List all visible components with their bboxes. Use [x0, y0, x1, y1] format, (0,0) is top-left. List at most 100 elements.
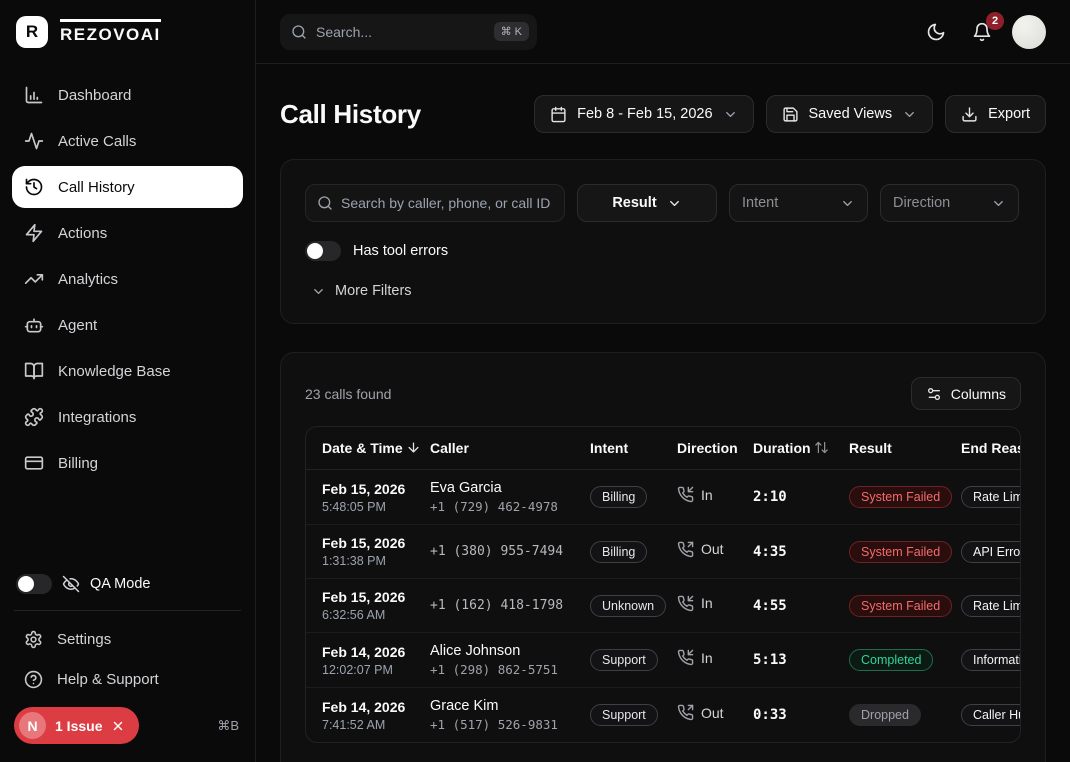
- search-icon: [317, 195, 333, 211]
- theme-toggle-button[interactable]: [920, 16, 952, 48]
- qa-mode-toggle[interactable]: [16, 574, 52, 594]
- export-button[interactable]: Export: [945, 95, 1046, 133]
- saved-views-button[interactable]: Saved Views: [766, 95, 934, 133]
- notifications-button[interactable]: 2: [966, 16, 998, 48]
- sidebar-item-label: Billing: [58, 455, 98, 472]
- direction-label: Out: [701, 705, 724, 721]
- caller-name: Eva Garcia: [430, 480, 574, 496]
- sidebar-item-actions[interactable]: Actions: [12, 212, 243, 254]
- download-icon: [961, 106, 978, 123]
- puzzle-icon: [24, 407, 44, 427]
- sidebar-item-label: Agent: [58, 317, 97, 334]
- sidebar-item-call-history[interactable]: Call History: [12, 166, 243, 208]
- help-support-label: Help & Support: [57, 671, 159, 688]
- end-reason-cell: API Error: [953, 525, 1021, 579]
- phone-incoming-icon: [677, 486, 694, 503]
- direction-cell: In: [669, 470, 745, 525]
- phone-outgoing-icon: [677, 541, 694, 558]
- calls-table-card: 23 calls found Columns: [280, 352, 1046, 762]
- col-header-duration[interactable]: Duration: [745, 427, 841, 470]
- global-search-input[interactable]: [316, 24, 485, 40]
- direction-filter-select[interactable]: Direction: [880, 184, 1019, 222]
- history-clock-icon: [24, 177, 44, 197]
- direction-cell: Out: [669, 688, 745, 743]
- date-range-button[interactable]: Feb 8 - Feb 15, 2026: [534, 95, 753, 133]
- end-reason-badge: Caller Hung Up: [961, 704, 1021, 726]
- result-filter-label: Result: [612, 195, 656, 211]
- chevron-down-icon: [311, 284, 326, 299]
- sidebar-item-integrations[interactable]: Integrations: [12, 396, 243, 438]
- direction-cell: In: [669, 633, 745, 688]
- intent-filter-label: Intent: [742, 195, 778, 211]
- col-header-caller[interactable]: Caller: [422, 427, 582, 470]
- search-shortcut-kbd: ⌘ K: [494, 22, 529, 41]
- phone-incoming-icon: [677, 649, 694, 666]
- call-duration: 5:13: [753, 652, 787, 668]
- table-header-row: Date & Time Caller Intent Direction Dura…: [306, 427, 1021, 470]
- calendar-icon: [550, 106, 567, 123]
- call-row[interactable]: Feb 15, 20261:31:38 PM+1 (380) 955-7494B…: [306, 525, 1021, 579]
- sidebar-item-knowledge-base[interactable]: Knowledge Base: [12, 350, 243, 392]
- call-row[interactable]: Feb 15, 20265:48:05 PMEva Garcia+1 (729)…: [306, 470, 1021, 525]
- columns-button[interactable]: Columns: [911, 377, 1021, 410]
- sidebar-item-active-calls[interactable]: Active Calls: [12, 120, 243, 162]
- toggle-knob: [307, 243, 323, 259]
- direction-cell: In: [669, 579, 745, 633]
- sidebar-item-help-support[interactable]: Help & Support: [12, 659, 243, 699]
- brand-logo: R REZOVOAI: [0, 0, 255, 64]
- sidebar-item-billing[interactable]: Billing: [12, 442, 243, 484]
- has-tool-errors-toggle[interactable]: [305, 241, 341, 261]
- call-row[interactable]: Feb 14, 202612:02:07 PMAlice Johnson+1 (…: [306, 633, 1021, 688]
- caller-name: Grace Kim: [430, 698, 574, 714]
- page-content: Call History Feb 8 - Feb 15, 2026 Saved …: [256, 64, 1070, 762]
- col-header-end-reason[interactable]: End Reason: [953, 427, 1021, 470]
- direction-filter-label: Direction: [893, 195, 950, 211]
- result-filter-dropdown[interactable]: Result: [577, 184, 717, 222]
- call-row[interactable]: Feb 15, 20266:32:56 AM+1 (162) 418-1798U…: [306, 579, 1021, 633]
- calls-search-input[interactable]: [341, 195, 553, 211]
- col-header-intent[interactable]: Intent: [582, 427, 669, 470]
- result-cell: System Failed: [841, 579, 953, 633]
- topbar: ⌘ K 2: [256, 0, 1070, 64]
- col-header-date-time[interactable]: Date & Time: [306, 427, 422, 470]
- sidebar-item-agent[interactable]: Agent: [12, 304, 243, 346]
- end-reason-badge: API Error: [961, 541, 1021, 563]
- page-title: Call History: [280, 99, 421, 130]
- global-search[interactable]: ⌘ K: [280, 14, 537, 50]
- direction-label: In: [701, 595, 713, 611]
- intent-badge: Billing: [590, 541, 647, 563]
- result-badge: System Failed: [849, 595, 952, 617]
- has-tool-errors-row: Has tool errors: [305, 241, 1021, 261]
- issue-badge[interactable]: N 1 Issue: [14, 707, 139, 744]
- intent-cell: Support: [582, 633, 669, 688]
- intent-badge: Billing: [590, 486, 647, 508]
- more-filters-button[interactable]: More Filters: [305, 283, 1021, 299]
- direction-cell: Out: [669, 525, 745, 579]
- col-header-direction[interactable]: Direction: [669, 427, 745, 470]
- call-row[interactable]: Feb 14, 20267:41:52 AMGrace Kim+1 (517) …: [306, 688, 1021, 743]
- end-reason-badge: Information: [961, 649, 1021, 671]
- chevron-down-icon: [667, 196, 682, 211]
- sidebar-item-dashboard[interactable]: Dashboard: [12, 74, 243, 116]
- calls-search[interactable]: [305, 184, 565, 222]
- result-badge: Completed: [849, 649, 933, 671]
- save-icon: [782, 106, 799, 123]
- caller-cell: Grace Kim+1 (517) 526-9831: [422, 688, 582, 743]
- main-area: ⌘ K 2 Call History Feb 8 - Feb 15, 2026: [256, 0, 1070, 762]
- caller-phone: +1 (729) 462-4978: [430, 499, 574, 514]
- eye-off-icon: [62, 575, 80, 593]
- sidebar-item-analytics[interactable]: Analytics: [12, 258, 243, 300]
- export-label: Export: [988, 106, 1030, 122]
- end-reason-cell: Rate Limited: [953, 470, 1021, 525]
- result-cell: System Failed: [841, 470, 953, 525]
- close-icon[interactable]: [111, 719, 125, 733]
- col-header-result[interactable]: Result: [841, 427, 953, 470]
- sidebar-item-settings[interactable]: Settings: [12, 619, 243, 659]
- open-book-icon: [24, 361, 44, 381]
- settings-label: Settings: [57, 631, 111, 648]
- calls-table-container: Date & Time Caller Intent Direction Dura…: [305, 426, 1021, 743]
- user-avatar[interactable]: [1012, 15, 1046, 49]
- direction-label: In: [701, 487, 713, 503]
- notification-count-badge: 2: [986, 12, 1004, 30]
- intent-filter-select[interactable]: Intent: [729, 184, 868, 222]
